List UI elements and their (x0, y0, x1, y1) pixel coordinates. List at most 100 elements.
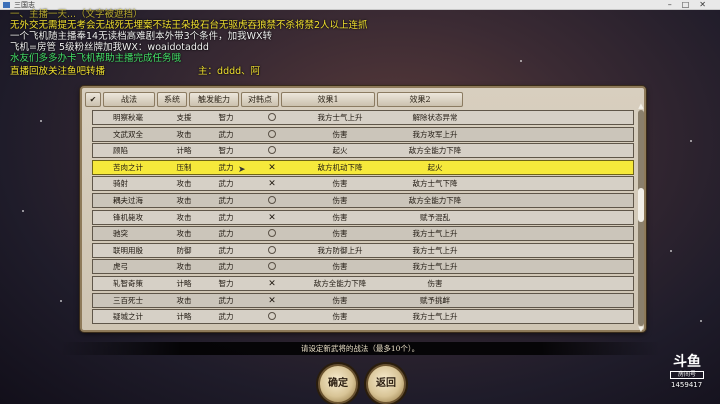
table-row[interactable]: 联明用殷 防御 武力 我方防御上升 我方士气上升 (92, 242, 634, 258)
circle-icon (268, 146, 276, 155)
cell-name: 三百死士 (113, 295, 143, 305)
header-system[interactable]: 系统 (157, 92, 187, 107)
table-row[interactable]: 疑城之计 计略 武力 伤害 我方士气上升 (92, 309, 634, 325)
rank-mark: ✕ (253, 294, 291, 308)
header-effect1[interactable]: 效果1 (281, 92, 375, 107)
cell-name: 驰突 (113, 229, 128, 239)
cell-sys: 攻击 (176, 179, 192, 189)
header-check[interactable]: ✔ (85, 92, 101, 107)
rank-mark (253, 194, 291, 207)
circle-icon (268, 196, 276, 204)
cell-eff1: 伤害 (332, 196, 348, 205)
cell-eff1: 伤害 (332, 129, 348, 139)
cell-ability: 武力 (218, 312, 234, 322)
cell-ability: 武力 (218, 245, 234, 255)
cell-eff2: 赋予挑衅 (420, 295, 450, 305)
cell-eff1: 伤害 (332, 262, 348, 272)
cell-eff1: 伤害 (332, 179, 348, 189)
rank-mark (253, 144, 291, 157)
cell-eff2: 敌方全能力下降 (408, 196, 462, 205)
cell-sys: 攻击 (176, 229, 192, 239)
table-row[interactable]: 三百死士 攻击 武力 ✕ 伤害 赋予挑衅 (92, 292, 634, 308)
cell-ability: 武力 (218, 212, 234, 222)
cell-eff1: 敌方全能力下降 (313, 279, 367, 288)
table-row[interactable]: 虎弓 攻击 武力 伤害 我方士气上升 (92, 259, 634, 275)
cell-eff2: 伤害 (427, 279, 443, 288)
cell-ability: 武力 (218, 262, 234, 272)
cell-name: 苦肉之计 (113, 162, 143, 172)
star (60, 300, 62, 302)
table-row[interactable]: 文武双全 攻击 武力 伤害 我方攻军上升 (92, 126, 634, 142)
cell-eff1: 伤害 (332, 295, 348, 305)
circle-icon (268, 129, 276, 138)
cell-ability: 智力 (218, 113, 234, 122)
rank-mark: ✕ (253, 211, 291, 225)
cell-eff2: 我方攻军上升 (412, 129, 458, 139)
cell-sys: 攻击 (176, 129, 192, 139)
x-icon: ✕ (268, 212, 276, 223)
table-row[interactable]: 轧智奇策 计略 智力 ✕ 敌方全能力下降 伤害 (92, 276, 634, 291)
circle-icon (268, 245, 276, 254)
overlay-line-part: 主：dddd、阿 (198, 66, 261, 77)
cell-name: 轧智奇策 (113, 279, 143, 288)
table-row[interactable]: 顾陷 计略 智力 起火 敌方全能力下降 (92, 143, 634, 159)
rank-mark (253, 244, 291, 257)
table-row[interactable]: 锋机毙攻 攻击 武力 ✕ 伤害 赋予混乱 (92, 209, 634, 225)
header-skill[interactable]: 战法 (103, 92, 155, 107)
scrollbar[interactable]: ▲ ▼ (638, 103, 644, 333)
cell-eff1: 我方士气上升 (317, 113, 363, 122)
table-row[interactable]: 驰突 攻击 武力 伤害 我方士气上升 (92, 226, 634, 242)
confirm-button[interactable]: 确定 (318, 364, 358, 404)
header-effect2[interactable]: 效果2 (377, 92, 463, 107)
skill-panel: ✔ 战法 系统 触发能力 对韩点 效果1 效果2 明察秋毫 支援 智力 我方士气上升解… (80, 86, 646, 333)
cell-ability: 武力 (218, 295, 234, 305)
circle-icon (268, 312, 276, 321)
rank-mark (253, 310, 291, 323)
window-controls[interactable]: –□✕ (668, 0, 716, 10)
rank-mark (253, 260, 291, 273)
cell-sys: 攻击 (176, 262, 192, 272)
cell-sys: 攻击 (176, 212, 192, 222)
header-ability[interactable]: 触发能力 (189, 92, 239, 107)
cell-eff1: 伤害 (332, 212, 348, 222)
star (22, 210, 24, 212)
cell-eff2: 我方士气上升 (412, 245, 458, 255)
table-row[interactable]: 明察秋毫 支援 智力 我方士气上升 解除状态异常 (92, 110, 634, 125)
cell-name: 明察秋毫 (113, 113, 143, 122)
star (670, 250, 672, 252)
cell-sys: 压制 (176, 162, 192, 172)
overlay-line-part: 直播回放关注鱼吧转播 (10, 66, 106, 77)
circle-icon (268, 113, 276, 121)
app-icon (3, 2, 10, 8)
cell-ability: 武力 (218, 129, 234, 139)
overlay-line: 水友们多多办卡飞机帮助主播完成任务哦 (10, 53, 182, 64)
table-row[interactable]: 骑射 攻击 武力 ✕ 伤害 敌方士气下降 (92, 176, 634, 192)
cell-ability: 智力 (218, 146, 234, 156)
table-row[interactable]: 苦肉之计 压制 武力 ✕ 敌方机动下降 起火 ➤ (92, 159, 634, 175)
cell-name: 顾陷 (113, 146, 128, 156)
cell-eff2: 敌方全能力下降 (408, 146, 462, 156)
scroll-thumb[interactable] (638, 188, 644, 222)
cell-name: 文武双全 (113, 129, 143, 139)
cell-eff2: 我方士气上升 (412, 262, 458, 272)
mouse-cursor-icon: ➤ (238, 164, 246, 175)
cell-ability: 武力 (218, 229, 234, 239)
x-icon: ✕ (268, 279, 276, 289)
cell-eff2: 起火 (427, 162, 443, 172)
cell-eff1: 伤害 (332, 229, 348, 239)
header-points[interactable]: 对韩点 (241, 92, 279, 107)
logo-subtitle: 房间号 (670, 371, 704, 379)
back-button[interactable]: 返回 (366, 364, 406, 404)
x-icon: ✕ (268, 179, 276, 190)
x-icon: ✕ (268, 162, 276, 173)
cell-name: 虎弓 (113, 262, 128, 272)
cell-sys: 计略 (176, 279, 192, 288)
star (690, 140, 692, 142)
cell-eff2: 我方士气上升 (412, 229, 458, 239)
scroll-up-icon[interactable]: ▲ (637, 103, 645, 110)
scroll-down-icon[interactable]: ▼ (637, 326, 645, 333)
table-row[interactable]: 耦夫过海 攻击 武力 伤害 敌方全能力下降 (92, 193, 634, 208)
cell-ability: 武力 (218, 196, 234, 205)
room-id: 1459417 (671, 381, 703, 389)
rank-mark: ✕ (253, 277, 291, 291)
